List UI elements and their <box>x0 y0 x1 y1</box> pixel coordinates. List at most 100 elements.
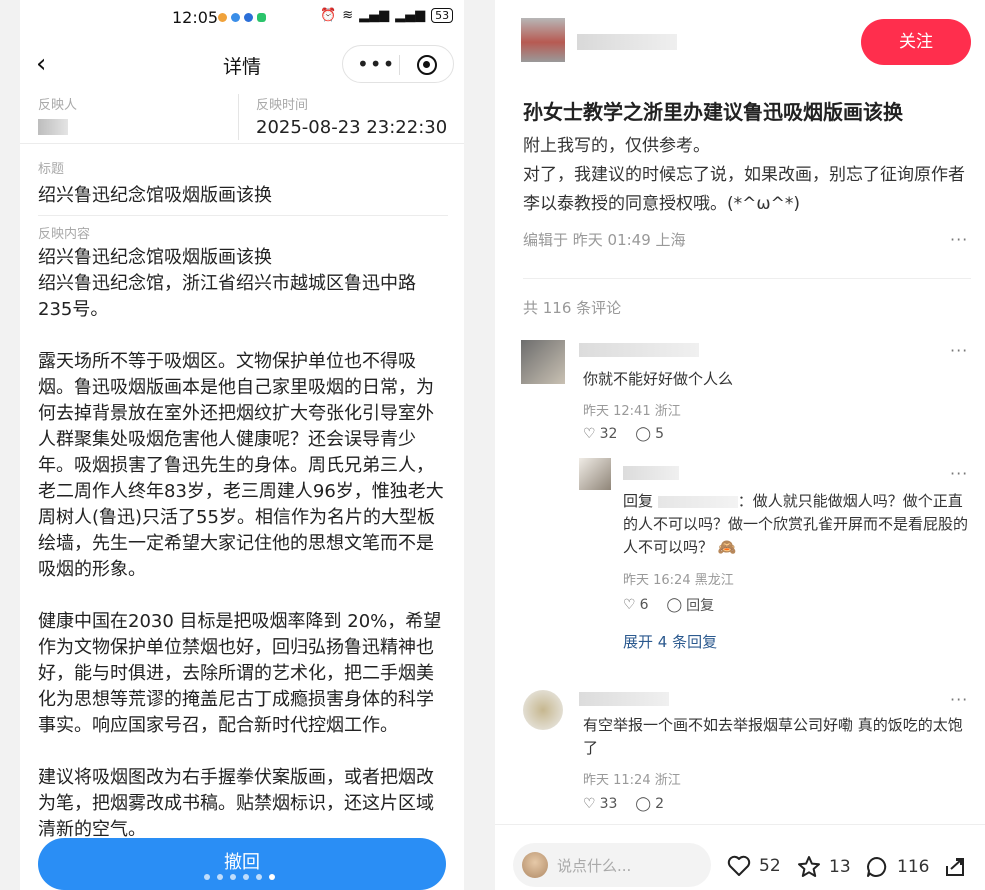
post-edit-meta: 编辑于 昨天 01:49 上海 <box>523 231 686 249</box>
report-time-value: 2025-08-23 23:22:30 <box>256 117 448 138</box>
withdraw-button[interactable]: 撤回 <box>38 838 446 890</box>
commenter-avatar[interactable] <box>523 690 563 730</box>
content-label: 反映内容 <box>38 227 91 242</box>
reply-bubble-icon: ◯ <box>635 796 652 812</box>
divider <box>523 278 971 279</box>
post-line: 附上我写的，仅供参考。 <box>523 136 710 156</box>
reply-more-icon[interactable]: ··· <box>950 464 968 483</box>
reply-bubble-icon: ◯ <box>635 426 652 442</box>
comment-meta: 昨天 12:41 浙江 <box>583 404 681 419</box>
reporter-field: 反映人 <box>38 94 77 135</box>
comment-reply-button[interactable]: ◯ 2 <box>635 796 664 812</box>
comment-reply-button[interactable]: ◯ 5 <box>635 426 664 442</box>
content-paragraph: 露天场所不等于吸烟区。文物保护单位也不得吸烟。鲁迅吸烟版画本是他自己家里吸烟的日… <box>38 351 444 580</box>
app-notification-icon <box>231 13 240 22</box>
signal-icon: ▂▄▆ <box>359 8 390 23</box>
reply-target-redacted <box>657 495 738 508</box>
reply-prefix: 回复 <box>623 492 654 510</box>
reply-count: 5 <box>655 426 664 442</box>
like-count: 32 <box>599 426 618 442</box>
comment-more-icon[interactable]: ··· <box>950 690 968 709</box>
bottom-action-bar: 说点什么... 52 13 116 <box>495 824 985 890</box>
comment-like-button[interactable]: ♡ 32 <box>583 426 617 442</box>
notification-icons <box>218 13 266 22</box>
content-address: 绍兴鲁迅纪念馆，浙江省绍兴市越城区鲁迅中路235号。 <box>38 273 416 320</box>
post-title: 孙女士教学之浙里办建议鲁迅吸烟版画该换 <box>523 100 903 124</box>
page-dot-active <box>269 874 275 880</box>
comment-input-placeholder: 说点什么... <box>557 857 632 875</box>
user-avatar <box>522 852 548 878</box>
page-dot <box>243 874 249 880</box>
like-button[interactable]: 52 <box>727 855 781 877</box>
reply-actions: ♡ 6 ◯ 回复 <box>623 595 714 615</box>
comment-like-button[interactable]: ♡ 33 <box>583 796 617 812</box>
comment-text: 你就不能好好做个人么 <box>583 370 734 388</box>
heart-icon <box>727 855 751 876</box>
comment-input[interactable]: 说点什么... <box>513 843 711 887</box>
post-body: 附上我写的，仅供参考。 对了，我建议的时候忘了说，如果改画，别忘了征询原作者李以… <box>523 132 973 219</box>
battery-indicator: 53 <box>431 8 454 23</box>
content-paragraph: 建议将吸烟图改为右手握拳伏案版画，或者把烟改为笔，把烟雾改成书稿。贴禁烟标识，还… <box>38 767 434 840</box>
commenter-name-redacted[interactable] <box>579 692 669 706</box>
heart-icon: ♡ <box>583 426 596 442</box>
share-icon <box>946 858 964 876</box>
post-line: 对了，我建议的时候忘了说，如果改画，别忘了征询原作者李以泰教授的同意授权哦。(*… <box>523 165 965 214</box>
heart-icon: ♡ <box>623 597 636 613</box>
title-label: 标题 <box>38 162 65 177</box>
title-field: 标题 绍兴鲁迅纪念馆吸烟版画该换 <box>38 158 448 216</box>
title-value: 绍兴鲁迅纪念馆吸烟版画该换 <box>38 185 272 206</box>
content-field: 反映内容 绍兴鲁迅纪念馆吸烟版画该换 绍兴鲁迅纪念馆，浙江省绍兴市越城区鲁迅中路… <box>38 223 450 843</box>
content-heading: 绍兴鲁迅纪念馆吸烟版画该换 <box>38 247 272 268</box>
page-dot <box>256 874 262 880</box>
report-time-label: 反映时间 <box>256 98 309 113</box>
report-detail-screen: 12:05 ⏰ ≋ ▂▄▆ ▂▄▆ 53 ‹ 详情 ••• 反映人 反映时间 2… <box>20 0 464 890</box>
author-avatar[interactable] <box>521 18 565 62</box>
capsule-divider <box>399 55 400 75</box>
close-miniprogram-icon[interactable] <box>417 55 437 75</box>
comment-count: 共 116 条评论 <box>523 299 622 317</box>
reply-label: 回复 <box>686 598 715 614</box>
page-dot <box>230 874 236 880</box>
commenter-avatar[interactable] <box>521 340 565 384</box>
share-button[interactable] <box>943 855 967 883</box>
page-dot <box>217 874 223 880</box>
follow-button[interactable]: 关注 <box>861 19 971 65</box>
collect-button[interactable]: 13 <box>797 855 851 879</box>
author-name-redacted[interactable] <box>577 34 677 50</box>
reply-text: 回复 ：做人就只能做烟人吗？做个正直的人不可以吗？做一个欣赏孔雀开屏而不是看屁股… <box>623 490 973 559</box>
more-icon[interactable]: ••• <box>357 52 395 76</box>
nav-bar: ‹ 详情 ••• <box>20 42 464 88</box>
signal-icon: ▂▄▆ <box>395 8 426 23</box>
comments-button[interactable]: 116 <box>865 855 929 879</box>
reply-meta: 昨天 16:24 黑龙江 <box>623 573 734 588</box>
comment-more-icon[interactable]: ··· <box>950 341 968 360</box>
reply-reply-button[interactable]: ◯ 回复 <box>666 595 714 615</box>
heart-icon: ♡ <box>583 796 596 812</box>
reply-bubble-icon: ◯ <box>666 597 683 613</box>
page-indicator <box>204 874 275 880</box>
comment-total: 116 <box>897 857 930 877</box>
commenter-name-redacted[interactable] <box>579 343 699 357</box>
status-indicators: ⏰ ≋ ▂▄▆ ▂▄▆ 53 <box>320 8 454 23</box>
reporter-name-redacted <box>38 119 68 135</box>
comment-actions: ♡ 32 ◯ 5 <box>583 426 664 442</box>
star-total: 13 <box>829 857 851 877</box>
wifi-icon: ≋ <box>342 8 354 23</box>
comment-actions: ♡ 33 ◯ 2 <box>583 796 664 812</box>
star-icon <box>798 856 820 877</box>
replier-name-redacted[interactable] <box>623 466 679 480</box>
like-count: 33 <box>599 796 618 812</box>
like-count: 6 <box>639 597 649 613</box>
wechat-icon <box>257 13 266 22</box>
post-more-icon[interactable]: ··· <box>950 230 968 249</box>
comment-meta: 昨天 11:24 浙江 <box>583 773 681 788</box>
expand-replies-link[interactable]: 展开 4 条回复 <box>623 631 717 652</box>
post-screen: 关注 孙女士教学之浙里办建议鲁迅吸烟版画该换 附上我写的，仅供参考。 对了，我建… <box>495 0 985 890</box>
reply-like-button[interactable]: ♡ 6 <box>623 595 648 615</box>
replier-avatar[interactable] <box>579 458 611 490</box>
page-dot <box>204 874 210 880</box>
comment-text: 有空举报一个画不如去举报烟草公司好嘞 真的饭吃的太饱了 <box>583 716 963 757</box>
alarm-icon: ⏰ <box>320 8 337 23</box>
comment-bubble-icon <box>867 857 887 877</box>
report-time-field: 反映时间 2025-08-23 23:22:30 <box>238 94 447 140</box>
